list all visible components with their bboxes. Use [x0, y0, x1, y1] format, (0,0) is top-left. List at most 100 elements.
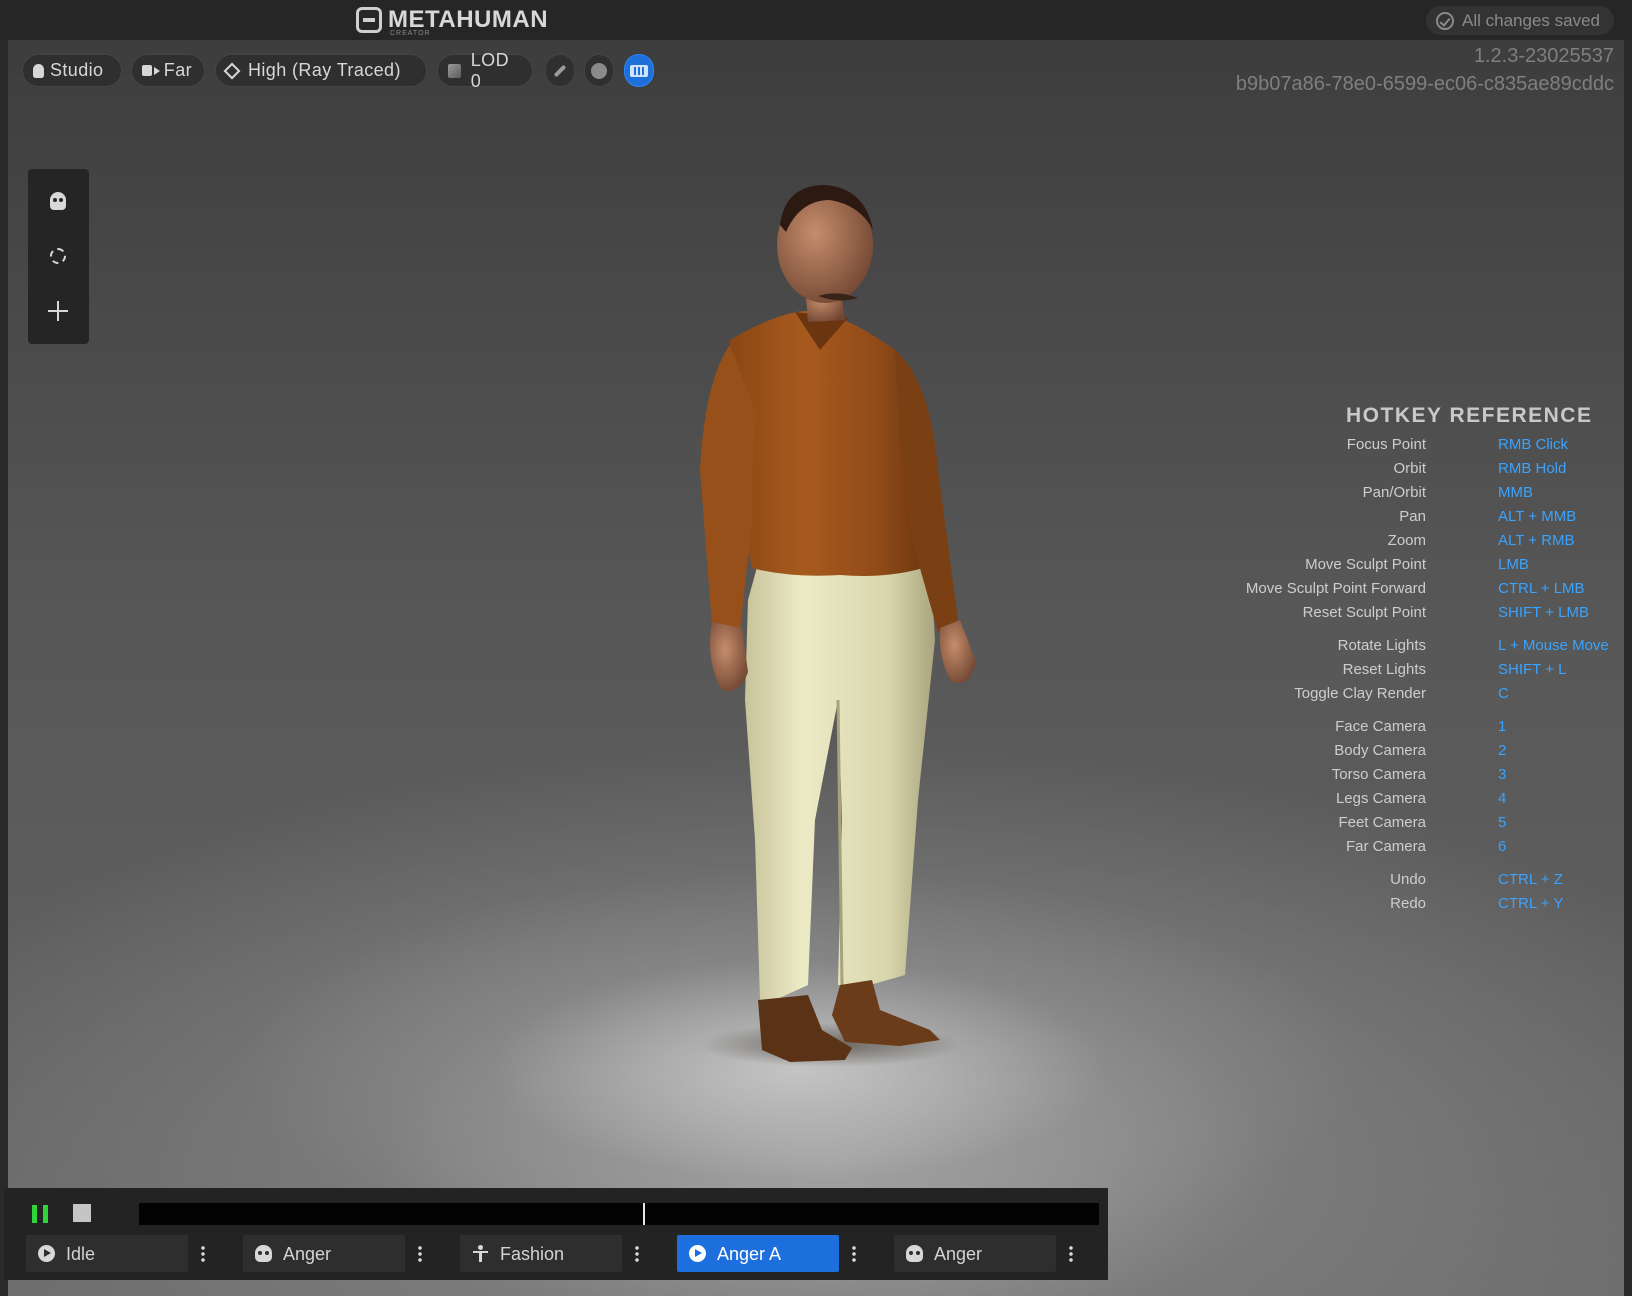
clip-options-button[interactable] — [841, 1235, 867, 1272]
hotkey-row: Far Camera 6 — [1260, 838, 1632, 860]
render-quality-button[interactable]: High (Ray Traced) — [215, 54, 427, 87]
hotkey-key: 2 — [1498, 742, 1507, 759]
hotkey-reference-toggle-button[interactable] — [624, 54, 654, 87]
hotkey-key: 4 — [1498, 790, 1507, 807]
play-circle-icon — [38, 1245, 55, 1262]
hotkey-row: Pan/Orbit MMB — [1260, 484, 1632, 506]
clip-options-button[interactable] — [1058, 1235, 1084, 1272]
hotkey-action: Focus Point — [1346, 436, 1426, 453]
animation-timeline-panel: Idle Anger Fashion Anger A Anger — [4, 1188, 1108, 1280]
pause-icon — [32, 1205, 48, 1223]
hotkey-reference-title: HOTKEY REFERENCE — [1346, 404, 1593, 427]
animation-clip-5[interactable]: Anger — [894, 1235, 1056, 1272]
hotkey-row: Feet Camera 5 — [1260, 814, 1632, 836]
stop-button[interactable] — [73, 1204, 93, 1224]
kebab-menu-icon — [1069, 1244, 1073, 1263]
play-circle-icon — [689, 1245, 706, 1262]
hotkey-action: Torso Camera — [1331, 766, 1426, 783]
diamond-icon — [223, 62, 241, 79]
hotkey-key: MMB — [1498, 484, 1533, 501]
check-circle-icon — [1436, 11, 1455, 30]
rotate-tool-button[interactable] — [44, 242, 72, 270]
hotkey-key: C — [1498, 685, 1509, 702]
animation-clip-3[interactable]: Fashion — [460, 1235, 622, 1272]
lightbulb-icon — [33, 63, 44, 78]
hotkey-action: Body Camera — [1334, 742, 1426, 759]
hotkey-action: Redo — [1390, 895, 1426, 912]
animation-clip-label: Anger A — [717, 1244, 782, 1264]
hotkey-row: Move Sculpt Point Forward CTRL + LMB — [1246, 580, 1632, 602]
animation-clip-label: Fashion — [500, 1244, 565, 1264]
hotkey-action: Move Sculpt Point — [1305, 556, 1426, 573]
hotkey-key: 5 — [1498, 814, 1507, 831]
hotkey-row: Redo CTRL + Y — [1260, 895, 1632, 917]
lighting-preset-button[interactable]: Studio — [22, 54, 122, 87]
move-icon — [48, 301, 68, 321]
render-quality-label: High (Ray Traced) — [248, 60, 401, 80]
animation-clip-label: Anger — [934, 1244, 983, 1264]
hotkey-key: ALT + RMB — [1498, 532, 1575, 549]
metahuman-logo-icon — [356, 7, 382, 33]
pause-button[interactable] — [28, 1202, 52, 1226]
hotkey-action: Rotate Lights — [1337, 637, 1426, 654]
hotkey-row: Focus Point RMB Click — [1260, 436, 1632, 458]
hotkey-key: CTRL + Y — [1498, 895, 1564, 912]
hotkey-action: Pan/Orbit — [1362, 484, 1426, 501]
version-number: 1.2.3-23025537 — [1473, 45, 1614, 67]
brush-icon — [553, 64, 567, 77]
hotkey-key: SHIFT + L — [1498, 661, 1567, 678]
hotkey-key: LMB — [1498, 556, 1529, 573]
hotkey-key: CTRL + LMB — [1498, 580, 1585, 597]
hotkey-row: Reset Lights SHIFT + L — [1260, 661, 1632, 683]
hotkey-key: CTRL + Z — [1498, 871, 1563, 888]
hotkey-row: Undo CTRL + Z — [1260, 871, 1632, 893]
asset-id: b9b07a86-78e0-6599-ec06-c835ae89cddc — [1235, 73, 1614, 95]
hotkey-key: RMB Hold — [1498, 460, 1567, 477]
hotkey-row: Orbit RMB Hold — [1260, 460, 1632, 482]
kebab-menu-icon — [201, 1244, 205, 1263]
hotkey-row: Torso Camera 3 — [1260, 766, 1632, 788]
hotkey-action: Reset Sculpt Point — [1302, 604, 1426, 621]
camera-preset-label: Far — [163, 60, 192, 80]
timeline-playhead[interactable] — [643, 1203, 645, 1225]
hotkey-row: Legs Camera 4 — [1260, 790, 1632, 812]
move-tool-button[interactable] — [44, 297, 72, 325]
camera-icon — [142, 65, 152, 76]
hotkey-key: 6 — [1498, 838, 1507, 855]
timeline-scrubber[interactable] — [139, 1203, 1099, 1225]
kebab-menu-icon — [635, 1244, 639, 1263]
version-info: 1.2.3-23025537 b9b07a86-78e0-6599-ec06-c… — [1236, 42, 1614, 98]
animation-clip-1[interactable]: Idle — [26, 1235, 188, 1272]
clip-options-button[interactable] — [624, 1235, 650, 1272]
face-sculpt-tool-button[interactable] — [44, 187, 72, 215]
hotkey-action: Zoom — [1387, 532, 1426, 549]
hotkey-row: Rotate Lights L + Mouse Move — [1260, 637, 1632, 659]
hotkey-row: Toggle Clay Render C — [1260, 685, 1632, 707]
camera-preset-button[interactable]: Far — [131, 54, 205, 87]
clip-options-button[interactable] — [190, 1235, 216, 1272]
animation-clip-4[interactable]: Anger A — [677, 1235, 839, 1272]
lod-button[interactable]: LOD 0 — [437, 50, 533, 91]
brush-toggle-button[interactable] — [545, 54, 575, 87]
hotkey-action: Far Camera — [1345, 838, 1426, 855]
clip-options-button[interactable] — [407, 1235, 433, 1272]
clay-render-toggle-button[interactable] — [584, 54, 614, 87]
animation-clip-label: Anger — [283, 1244, 332, 1264]
hotkey-row: Zoom ALT + RMB — [1260, 532, 1632, 554]
kebab-menu-icon — [418, 1244, 422, 1263]
animation-clip-2[interactable]: Anger — [243, 1235, 405, 1272]
hotkey-action: Undo — [1390, 871, 1426, 888]
logo-subtext: CREATOR — [390, 30, 431, 37]
hotkey-action: Orbit — [1393, 460, 1426, 477]
lighting-preset-label: Studio — [50, 60, 104, 80]
hotkey-key: L + Mouse Move — [1498, 637, 1609, 654]
hotkey-row: Body Camera 2 — [1260, 742, 1632, 764]
face-icon — [255, 1245, 272, 1262]
hotkey-key: 1 — [1498, 718, 1507, 735]
hotkey-key: SHIFT + LMB — [1498, 604, 1589, 621]
hotkey-action: Reset Lights — [1342, 661, 1426, 678]
hotkey-action: Feet Camera — [1338, 814, 1426, 831]
hotkey-row: Move Sculpt Point LMB — [1260, 556, 1632, 578]
hotkey-key: 3 — [1498, 766, 1507, 783]
cube-icon — [448, 63, 461, 78]
